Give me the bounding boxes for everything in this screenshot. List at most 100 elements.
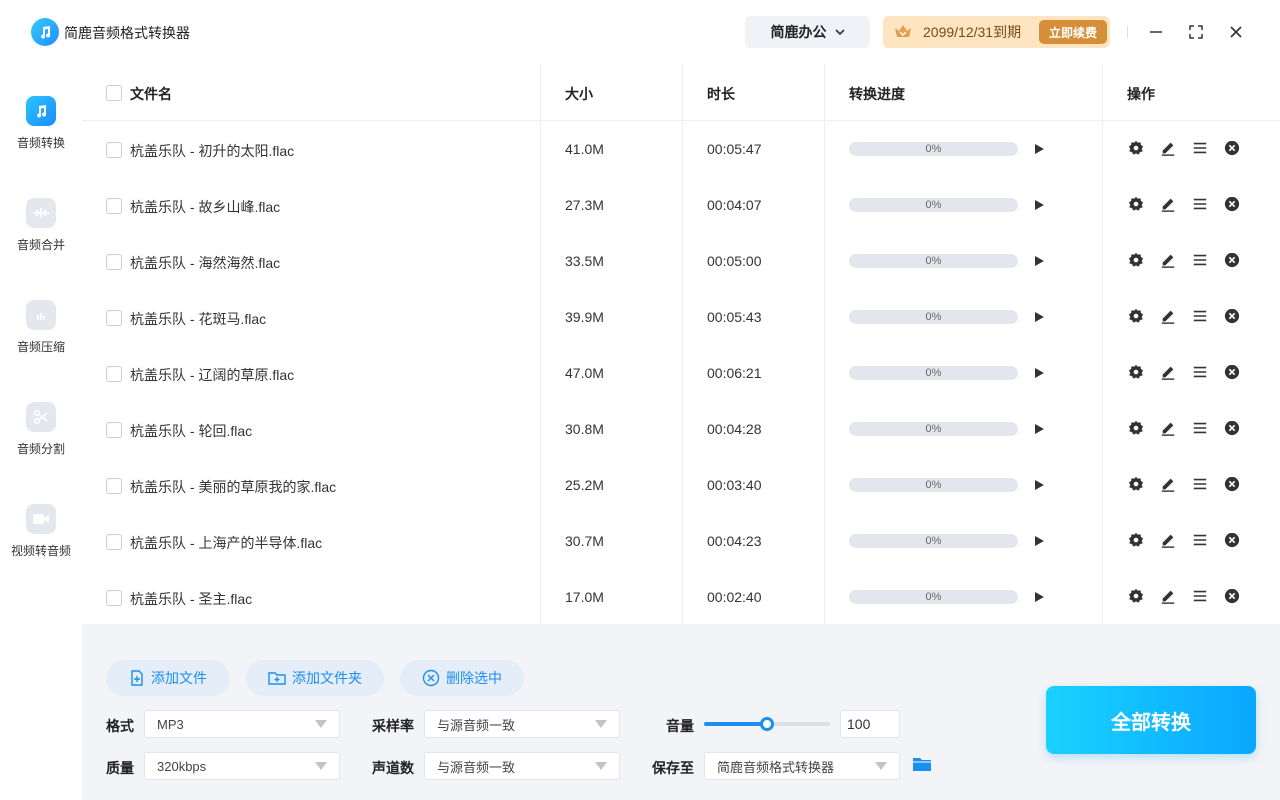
- play-icon: [1032, 311, 1046, 327]
- open-folder-button[interactable]: [912, 756, 934, 774]
- rename-button[interactable]: [1159, 308, 1177, 326]
- saveto-select[interactable]: 简鹿音频格式转换器: [704, 752, 900, 780]
- details-button[interactable]: [1191, 476, 1209, 494]
- circle-x-icon: [1224, 252, 1240, 271]
- remove-row-button[interactable]: [1223, 364, 1241, 382]
- remove-row-button[interactable]: [1223, 420, 1241, 438]
- volume-slider[interactable]: [704, 717, 830, 731]
- sidebar-item-audio-convert[interactable]: 音频转换: [0, 96, 82, 166]
- rename-button[interactable]: [1159, 476, 1177, 494]
- rename-button[interactable]: [1159, 364, 1177, 382]
- gear-icon: [1128, 588, 1144, 607]
- remove-row-button[interactable]: [1223, 196, 1241, 214]
- brand-menu-button[interactable]: 简鹿办公: [745, 16, 870, 48]
- table-row[interactable]: 杭盖乐队 - 故乡山峰.flac 27.3M 00:04:07 0%: [82, 177, 1280, 233]
- table-row[interactable]: 杭盖乐队 - 上海产的半导体.flac 30.7M 00:04:23 0%: [82, 513, 1280, 569]
- samplerate-label: 采样率: [372, 718, 414, 734]
- close-window-button[interactable]: [1222, 18, 1250, 46]
- sidebar-item-video-to-audio[interactable]: 视频转音频: [0, 504, 82, 574]
- delete-selected-button[interactable]: 删除选中: [400, 660, 524, 696]
- remove-row-button[interactable]: [1223, 308, 1241, 326]
- settings-button[interactable]: [1127, 308, 1145, 326]
- maximize-button[interactable]: [1182, 18, 1210, 46]
- convert-all-button[interactable]: 全部转换: [1046, 686, 1256, 754]
- quality-value: 320kbps: [157, 758, 207, 774]
- sidebar-item-audio-merge[interactable]: 音频合并: [0, 198, 82, 268]
- row-checkbox[interactable]: [106, 310, 122, 326]
- details-button[interactable]: [1191, 196, 1209, 214]
- rename-button[interactable]: [1159, 252, 1177, 270]
- settings-button[interactable]: [1127, 532, 1145, 550]
- minimize-button[interactable]: [1142, 18, 1170, 46]
- settings-button[interactable]: [1127, 196, 1145, 214]
- file-duration: 00:02:40: [707, 589, 762, 605]
- table-row[interactable]: 杭盖乐队 - 轮回.flac 30.8M 00:04:28 0%: [82, 401, 1280, 457]
- details-button[interactable]: [1191, 588, 1209, 606]
- table-row[interactable]: 杭盖乐队 - 美丽的草原我的家.flac 25.2M 00:03:40 0%: [82, 457, 1280, 513]
- format-select[interactable]: MP3: [144, 710, 340, 738]
- volume-slider-knob[interactable]: [760, 717, 774, 731]
- remove-row-button[interactable]: [1223, 532, 1241, 550]
- remove-row-button[interactable]: [1223, 252, 1241, 270]
- row-checkbox[interactable]: [106, 478, 122, 494]
- details-button[interactable]: [1191, 420, 1209, 438]
- pencil-icon: [1160, 252, 1176, 271]
- play-button[interactable]: [1032, 310, 1046, 324]
- samplerate-select[interactable]: 与源音频一致: [424, 710, 620, 738]
- settings-button[interactable]: [1127, 476, 1145, 494]
- play-button[interactable]: [1032, 142, 1046, 156]
- settings-button[interactable]: [1127, 588, 1145, 606]
- table-row[interactable]: 杭盖乐队 - 海然海然.flac 33.5M 00:05:00 0%: [82, 233, 1280, 289]
- file-size: 25.2M: [565, 477, 604, 493]
- rename-button[interactable]: [1159, 196, 1177, 214]
- row-checkbox[interactable]: [106, 422, 122, 438]
- renew-button[interactable]: 立即续费: [1039, 20, 1107, 44]
- remove-row-button[interactable]: [1223, 588, 1241, 606]
- details-button[interactable]: [1191, 532, 1209, 550]
- table-row[interactable]: 杭盖乐队 - 圣主.flac 17.0M 00:02:40 0%: [82, 569, 1280, 625]
- table-row[interactable]: 杭盖乐队 - 初升的太阳.flac 41.0M 00:05:47 0%: [82, 121, 1280, 177]
- maximize-icon: [1189, 25, 1203, 39]
- details-button[interactable]: [1191, 364, 1209, 382]
- table-row[interactable]: 杭盖乐队 - 辽阔的草原.flac 47.0M 00:06:21 0%: [82, 345, 1280, 401]
- play-button[interactable]: [1032, 422, 1046, 436]
- remove-row-button[interactable]: [1223, 140, 1241, 158]
- row-checkbox[interactable]: [106, 366, 122, 382]
- play-button[interactable]: [1032, 198, 1046, 212]
- rename-button[interactable]: [1159, 532, 1177, 550]
- details-button[interactable]: [1191, 252, 1209, 270]
- rename-button[interactable]: [1159, 588, 1177, 606]
- title-bar: 简鹿音频格式转换器 简鹿办公 2099/12/31到期 立即续费: [0, 0, 1280, 64]
- play-button[interactable]: [1032, 534, 1046, 548]
- remove-row-button[interactable]: [1223, 476, 1241, 494]
- rename-button[interactable]: [1159, 140, 1177, 158]
- settings-button[interactable]: [1127, 420, 1145, 438]
- row-checkbox[interactable]: [106, 590, 122, 606]
- play-button[interactable]: [1032, 590, 1046, 604]
- details-button[interactable]: [1191, 140, 1209, 158]
- channels-select[interactable]: 与源音频一致: [424, 752, 620, 780]
- quality-select[interactable]: 320kbps: [144, 752, 340, 780]
- play-button[interactable]: [1032, 366, 1046, 380]
- row-checkbox[interactable]: [106, 198, 122, 214]
- add-file-icon: [131, 670, 143, 686]
- settings-button[interactable]: [1127, 140, 1145, 158]
- row-checkbox[interactable]: [106, 534, 122, 550]
- volume-input[interactable]: [840, 710, 900, 738]
- add-folder-button[interactable]: 添加文件夹: [246, 660, 384, 696]
- rename-button[interactable]: [1159, 420, 1177, 438]
- row-checkbox[interactable]: [106, 254, 122, 270]
- settings-button[interactable]: [1127, 364, 1145, 382]
- select-all-checkbox[interactable]: [106, 85, 122, 101]
- add-file-button[interactable]: 添加文件: [106, 660, 230, 696]
- details-button[interactable]: [1191, 308, 1209, 326]
- sidebar-item-label: 音频转换: [16, 136, 65, 150]
- play-button[interactable]: [1032, 254, 1046, 268]
- sidebar-item-audio-compress[interactable]: 音频压缩: [0, 300, 82, 370]
- table-row[interactable]: 杭盖乐队 - 花斑马.flac 39.9M 00:05:43 0%: [82, 289, 1280, 345]
- sidebar-item-audio-split[interactable]: 音频分割: [0, 402, 82, 472]
- play-button[interactable]: [1032, 478, 1046, 492]
- add-file-label: 添加文件: [151, 670, 207, 686]
- settings-button[interactable]: [1127, 252, 1145, 270]
- row-checkbox[interactable]: [106, 142, 122, 158]
